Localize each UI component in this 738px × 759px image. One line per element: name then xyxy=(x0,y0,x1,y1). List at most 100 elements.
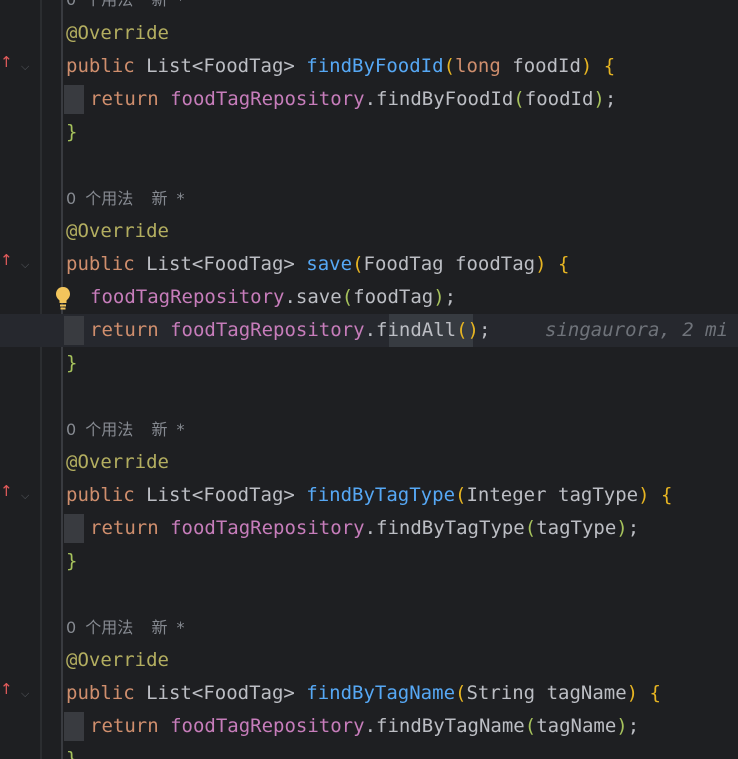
code-line[interactable]: 0 个用法 新 * xyxy=(0,611,738,644)
keyword: public xyxy=(66,484,135,506)
argument: tagName xyxy=(536,715,617,737)
method-name[interactable]: findByTagName xyxy=(306,682,455,704)
closing-brace: } xyxy=(66,550,78,572)
keyword: public xyxy=(66,682,135,704)
return-statement: return foodTagRepository.findByFoodId(fo… xyxy=(90,88,617,110)
code-line[interactable]: return foodTagRepository.findByFoodId(fo… xyxy=(0,83,738,116)
method-call[interactable]: findByTagType xyxy=(376,517,525,539)
param-name: tagName xyxy=(546,682,627,704)
field-ref[interactable]: foodTagRepository xyxy=(90,286,284,308)
code-line[interactable]: ↑ ⌵ public List<FoodTag> findByTagType(I… xyxy=(0,479,738,512)
type-name: FoodTag xyxy=(203,682,284,704)
usage-count[interactable]: 0 个用法 xyxy=(66,189,133,208)
code-line[interactable]: 0 个用法 新 * xyxy=(0,182,738,215)
annotation: @Override xyxy=(66,451,169,473)
code-line[interactable]: ↑ ⌵ public List<FoodTag> save(FoodTag fo… xyxy=(0,248,738,281)
method-name[interactable]: findByFoodId xyxy=(306,55,443,77)
usage-hint[interactable]: 0 个用法 新 * xyxy=(66,182,185,215)
code-line[interactable]: 0 个用法 新 * xyxy=(0,0,738,16)
implements-up-arrow-icon[interactable]: ↑ xyxy=(0,479,13,512)
field-ref[interactable]: foodTagRepository xyxy=(170,517,364,539)
implements-up-arrow-icon[interactable]: ↑ xyxy=(0,248,13,281)
param-name: foodId xyxy=(512,55,581,77)
indent-block xyxy=(64,712,84,741)
indent-block xyxy=(64,85,84,114)
code-line[interactable]: return foodTagRepository.findByTagType(t… xyxy=(0,512,738,545)
return-statement: return foodTagRepository.findAll(); xyxy=(90,319,491,341)
method-call[interactable]: save xyxy=(296,286,342,308)
code-line[interactable]: return foodTagRepository.findByTagName(t… xyxy=(0,710,738,743)
closing-brace: } xyxy=(66,121,78,143)
field-ref[interactable]: foodTagRepository xyxy=(170,88,364,110)
git-blame-hint[interactable]: singaurora, 2 mi xyxy=(545,314,728,347)
code-line[interactable]: } xyxy=(0,116,738,149)
fold-chevron-icon[interactable]: ⌵ xyxy=(21,677,35,710)
field-ref[interactable]: foodTagRepository xyxy=(170,715,364,737)
param-type: FoodTag xyxy=(363,253,444,275)
method-signature: public List<FoodTag> findByTagType(Integ… xyxy=(66,484,673,506)
code-line[interactable]: } xyxy=(0,743,738,759)
closing-brace: } xyxy=(66,748,78,759)
method-name[interactable]: save xyxy=(306,253,352,275)
field-ref[interactable]: foodTagRepository xyxy=(170,319,364,341)
usage-hint[interactable]: 0 个用法 新 * xyxy=(66,0,185,16)
code-line[interactable]: } xyxy=(0,545,738,578)
argument: tagType xyxy=(536,517,617,539)
new-marker: 新 * xyxy=(151,618,185,637)
method-signature: public List<FoodTag> save(FoodTag foodTa… xyxy=(66,253,570,275)
type-name: List xyxy=(146,55,192,77)
code-line[interactable]: @Override xyxy=(0,446,738,479)
code-line[interactable]: @Override xyxy=(0,215,738,248)
code-line[interactable]: ↑ ⌵ public List<FoodTag> findByTagName(S… xyxy=(0,677,738,710)
fold-chevron-icon[interactable]: ⌵ xyxy=(21,479,35,512)
usage-count[interactable]: 0 个用法 xyxy=(66,0,133,9)
method-call[interactable]: findAll xyxy=(376,319,456,341)
keyword: return xyxy=(90,88,159,110)
type-name: FoodTag xyxy=(203,55,284,77)
param-type: long xyxy=(455,55,501,77)
indent-block xyxy=(64,316,84,345)
method-signature: public List<FoodTag> findByFoodId(long f… xyxy=(66,55,616,77)
code-line[interactable]: } xyxy=(0,347,738,380)
usage-count[interactable]: 0 个用法 xyxy=(66,420,133,439)
type-name: List xyxy=(146,484,192,506)
method-call[interactable]: findByTagName xyxy=(376,715,525,737)
annotation: @Override xyxy=(66,649,169,671)
annotation: @Override xyxy=(66,220,169,242)
indent-block xyxy=(64,514,84,543)
code-line[interactable]: ↑ ⌵ public List<FoodTag> findByFoodId(lo… xyxy=(0,50,738,83)
usage-count[interactable]: 0 个用法 xyxy=(66,618,133,637)
code-line[interactable]: 0 个用法 新 * xyxy=(0,413,738,446)
keyword: return xyxy=(90,517,159,539)
code-line[interactable]: @Override xyxy=(0,644,738,677)
return-statement: return foodTagRepository.findByTagType(t… xyxy=(90,517,640,539)
method-call[interactable]: findByFoodId xyxy=(376,88,513,110)
keyword: public xyxy=(66,253,135,275)
param-name: tagType xyxy=(558,484,639,506)
argument: foodId xyxy=(524,88,594,110)
new-marker: 新 * xyxy=(151,420,185,439)
code-line[interactable]: foodTagRepository.save(foodTag); xyxy=(0,281,738,314)
current-line[interactable]: return foodTagRepository.findAll(); sing… xyxy=(0,314,738,347)
new-marker: 新 * xyxy=(151,189,185,208)
method-name[interactable]: findByTagType xyxy=(306,484,455,506)
lightbulb-icon[interactable] xyxy=(53,284,73,312)
param-type: Integer xyxy=(466,484,547,506)
closing-brace: } xyxy=(66,352,78,374)
argument: foodTag xyxy=(353,286,434,308)
implements-up-arrow-icon[interactable]: ↑ xyxy=(0,677,13,710)
annotation: @Override xyxy=(66,22,169,44)
implements-up-arrow-icon[interactable]: ↑ xyxy=(0,50,13,83)
usage-hint[interactable]: 0 个用法 新 * xyxy=(66,611,185,644)
statement: foodTagRepository.save(foodTag); xyxy=(90,286,457,308)
param-name: foodTag xyxy=(455,253,536,275)
code-editor[interactable]: 0 个用法 新 * @Override ↑ ⌵ public List<Food… xyxy=(0,0,738,759)
fold-chevron-icon[interactable]: ⌵ xyxy=(21,248,35,281)
type-name: List xyxy=(146,253,192,275)
type-name: FoodTag xyxy=(203,253,284,275)
usage-hint[interactable]: 0 个用法 新 * xyxy=(66,413,185,446)
return-statement: return foodTagRepository.findByTagName(t… xyxy=(90,715,640,737)
fold-chevron-icon[interactable]: ⌵ xyxy=(21,50,35,83)
code-line[interactable]: @Override xyxy=(0,17,738,50)
type-name: List xyxy=(146,682,192,704)
